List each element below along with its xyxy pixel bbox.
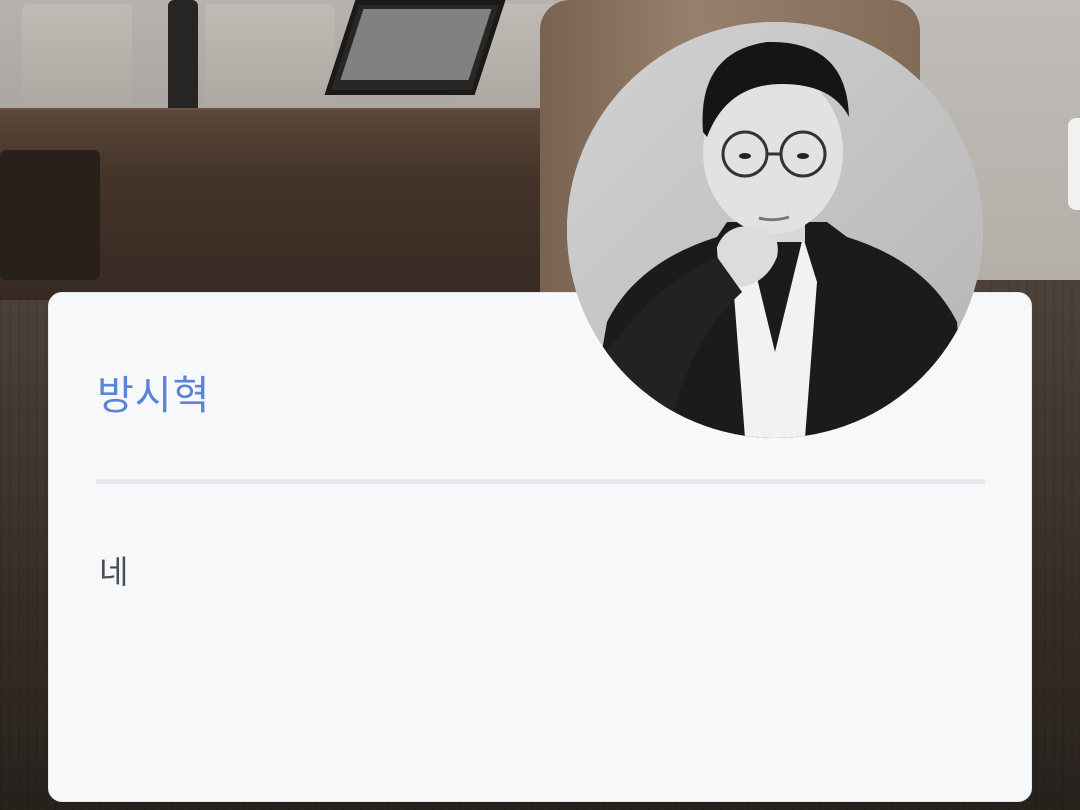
scroll-handle[interactable] [1068,118,1080,210]
profile-name: 방시혁 [97,373,211,419]
profile-message: 네 [99,553,129,591]
person-photo-icon [567,22,983,438]
card-divider [96,479,985,484]
avatar[interactable] [567,22,983,438]
